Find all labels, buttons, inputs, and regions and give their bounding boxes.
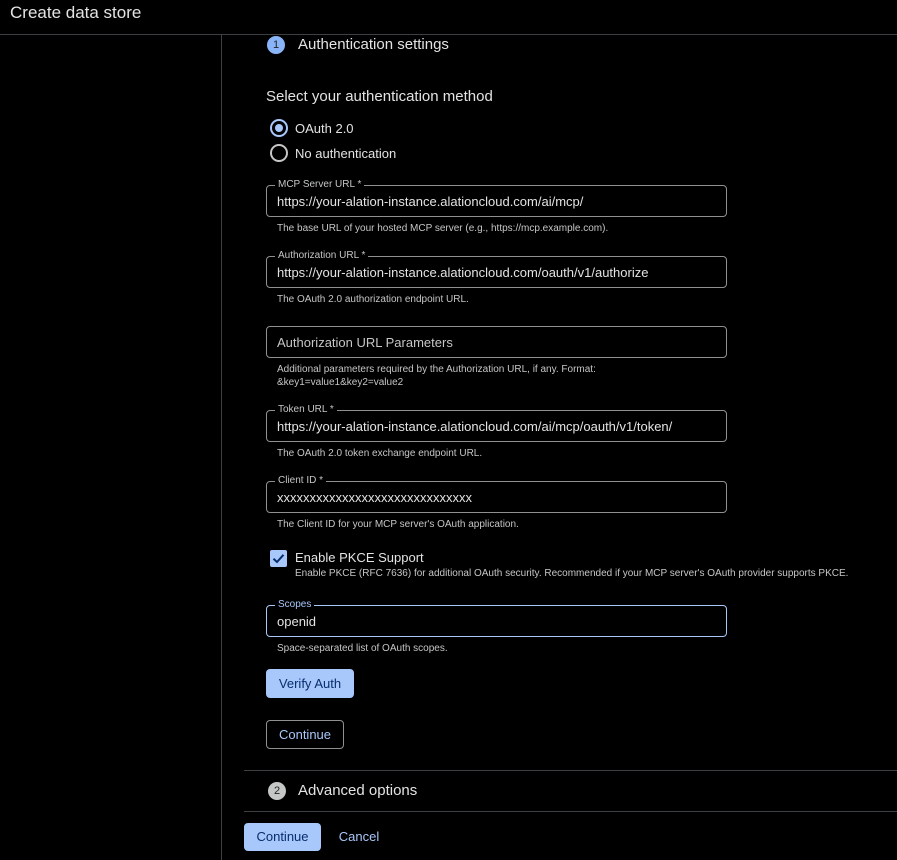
step-2-title[interactable]: Advanced options: [298, 782, 417, 799]
top-bar: Create data store: [0, 0, 897, 35]
cancel-button[interactable]: Cancel: [330, 823, 388, 851]
auth-method-heading: Select your authentication method: [266, 88, 493, 105]
radio-button-checked[interactable]: [270, 119, 288, 137]
client-id-label: Client ID *: [275, 474, 327, 488]
radio-label-oauth2: OAuth 2.0: [295, 120, 354, 136]
token-url-label: Token URL *: [275, 403, 337, 417]
radio-no-auth[interactable]: No authentication: [270, 144, 396, 162]
step-2-number: 2: [268, 782, 286, 800]
authorization-url-value: https://your-alation-instance.alationclo…: [277, 265, 649, 280]
client-id-hint: The Client ID for your MCP server's OAut…: [277, 519, 519, 530]
scopes-label: Scopes: [275, 598, 315, 612]
authorization-url-params-hint-2: &key1=value1&key2=value2: [277, 377, 404, 388]
left-panel: [0, 35, 222, 860]
authorization-url-label: Authorization URL *: [275, 249, 369, 263]
mcp-server-url-value: https://your-alation-instance.alationclo…: [277, 194, 584, 209]
pkce-label: Enable PKCE Support: [295, 550, 424, 565]
radio-button-unchecked[interactable]: [270, 144, 288, 162]
authorization-url-hint: The OAuth 2.0 authorization endpoint URL…: [277, 294, 469, 305]
mcp-server-url-hint: The base URL of your hosted MCP server (…: [277, 223, 609, 234]
checkmark-icon: [272, 554, 285, 564]
radio-label-no-auth: No authentication: [295, 145, 397, 161]
scopes-input[interactable]: Scopes openid: [266, 598, 727, 637]
authorization-url-input[interactable]: Authorization URL * https://your-alation…: [266, 249, 727, 288]
client-id-value: xxxxxxxxxxxxxxxxxxxxxxxxxxxxxx: [277, 490, 472, 505]
pkce-description: Enable PKCE (RFC 7636) for additional OA…: [295, 568, 849, 579]
radio-oauth2[interactable]: OAuth 2.0: [270, 119, 354, 137]
scopes-value: openid: [277, 614, 317, 629]
scopes-hint: Space-separated list of OAuth scopes.: [277, 643, 448, 654]
step-1-number: 1: [267, 36, 285, 54]
authorization-url-params-input[interactable]: Authorization URL Parameters: [266, 326, 727, 358]
mcp-server-url-label: MCP Server URL *: [275, 178, 365, 192]
authorization-url-params-placeholder: Authorization URL Parameters: [277, 335, 453, 350]
divider: [244, 811, 897, 812]
token-url-hint: The OAuth 2.0 token exchange endpoint UR…: [277, 448, 483, 459]
divider: [244, 770, 897, 771]
step-1-title[interactable]: Authentication settings: [298, 36, 449, 53]
token-url-input[interactable]: Token URL * https://your-alation-instanc…: [266, 403, 727, 442]
verify-auth-button[interactable]: Verify Auth: [266, 669, 354, 698]
authorization-url-params-hint-1: Additional parameters required by the Au…: [277, 364, 596, 375]
client-id-input[interactable]: Client ID * xxxxxxxxxxxxxxxxxxxxxxxxxxxx…: [266, 474, 727, 513]
continue-button[interactable]: Continue: [244, 823, 321, 851]
token-url-value: https://your-alation-instance.alationclo…: [277, 419, 673, 434]
step-continue-button[interactable]: Continue: [266, 720, 344, 749]
page-title: Create data store: [10, 3, 142, 22]
mcp-server-url-input[interactable]: MCP Server URL * https://your-alation-in…: [266, 178, 727, 217]
pkce-checkbox[interactable]: [270, 550, 287, 567]
